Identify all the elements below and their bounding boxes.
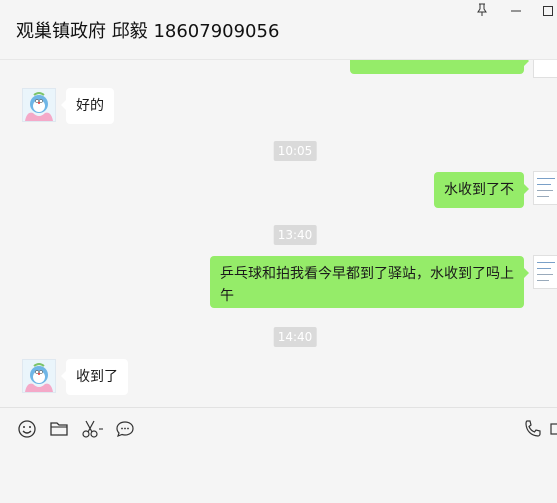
contact-avatar[interactable]: [22, 88, 56, 122]
folder-icon: [50, 422, 68, 436]
message-text: 收到了: [76, 369, 118, 385]
input-toolbar: [0, 407, 557, 451]
message-text: 好的: [76, 98, 104, 114]
message-input[interactable]: [0, 451, 557, 503]
doraemon-avatar-icon: [23, 89, 55, 121]
pin-icon: [477, 3, 487, 16]
chat-bubble-icon: [116, 421, 134, 438]
screenshot-button[interactable]: [80, 418, 106, 440]
my-avatar[interactable]: [533, 171, 557, 205]
video-call-button[interactable]: [548, 418, 557, 440]
send-file-button[interactable]: [48, 418, 70, 440]
emoji-button[interactable]: [16, 418, 38, 440]
maximize-button[interactable]: [538, 3, 557, 19]
my-avatar[interactable]: [533, 60, 557, 78]
minimize-icon: [511, 10, 521, 12]
message-bubble-outgoing[interactable]: 乒乓球和拍我看今早都到了驿站，水收到了吗上午: [210, 256, 529, 308]
maximize-icon: [543, 6, 553, 16]
scissors-icon: [82, 420, 103, 438]
message-timestamp: 14:40: [273, 327, 317, 347]
message-bubble-partial: [350, 60, 529, 74]
message-list[interactable]: 好的 10:05 水收到了不 13:40 乒乓球和拍我看今早都到了驿站，水收到了…: [0, 60, 557, 407]
message-timestamp: 13:40: [273, 225, 317, 245]
message-bubble-outgoing[interactable]: 水收到了不: [434, 172, 529, 208]
message-bubble-incoming[interactable]: 收到了: [61, 359, 128, 395]
chat-title: 观巢镇政府 邱毅 18607909056: [16, 21, 280, 42]
my-avatar[interactable]: [533, 255, 557, 289]
doraemon-avatar-icon: [23, 360, 55, 392]
minimize-button[interactable]: [506, 3, 526, 19]
message-timestamp: 10:05: [273, 141, 317, 161]
chat-header: 观巢镇政府 邱毅 18607909056: [0, 0, 557, 60]
message-text: 乒乓球和拍我看今早都到了驿站，水收到了吗上午: [220, 266, 514, 304]
message-text: 水收到了不: [444, 182, 514, 198]
video-icon: [550, 423, 557, 435]
pin-button[interactable]: [472, 3, 492, 19]
contact-avatar[interactable]: [22, 359, 56, 393]
voice-call-button[interactable]: [522, 418, 544, 440]
chat-history-button[interactable]: [114, 418, 136, 440]
phone-icon: [525, 420, 541, 437]
message-bubble-incoming[interactable]: 好的: [61, 88, 114, 124]
emoji-icon: [18, 420, 36, 438]
